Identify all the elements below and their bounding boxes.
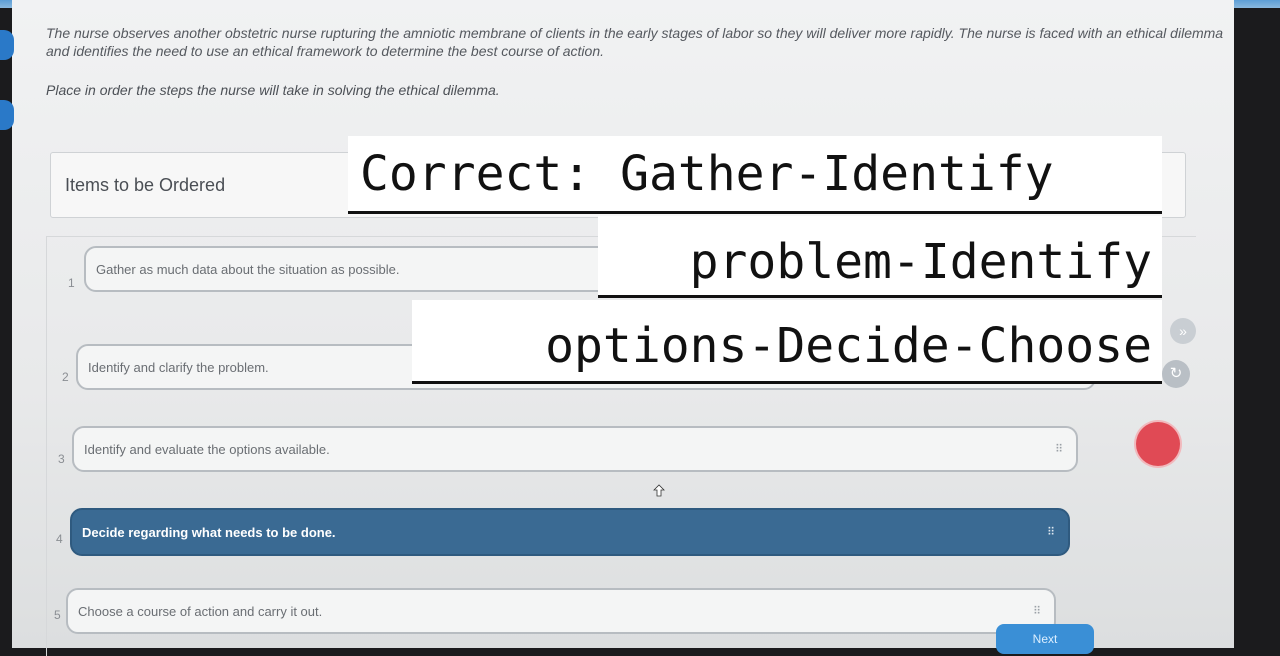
answer-overlay-line1: Correct: Gather-Identify <box>348 136 1162 214</box>
item-number: 1 <box>68 276 75 290</box>
order-item-label: Gather as much data about the situation … <box>96 261 400 277</box>
drag-handle-icon[interactable]: ⠿ <box>1047 526 1055 539</box>
order-item-label: Choose a course of action and carry it o… <box>78 603 323 619</box>
question-stem: The nurse observes another obstetric nur… <box>46 25 1224 59</box>
order-item-selected[interactable]: Decide regarding what needs to be done. … <box>70 508 1070 556</box>
order-item-label: Identify and clarify the problem. <box>88 359 269 375</box>
drag-handle-icon[interactable]: ⠿ <box>1055 443 1063 456</box>
order-item[interactable]: Identify and evaluate the options availa… <box>72 426 1078 472</box>
order-item-label: Decide regarding what needs to be done. <box>82 524 336 540</box>
order-item[interactable]: Choose a course of action and carry it o… <box>66 588 1056 634</box>
answer-overlay-line3: options-Decide-Choose <box>412 300 1162 384</box>
drag-handle-icon[interactable]: ⠿ <box>1033 605 1041 618</box>
item-number: 5 <box>54 608 61 622</box>
order-item-label: Identify and evaluate the options availa… <box>84 441 330 457</box>
pointer-cursor-icon <box>653 484 665 497</box>
collapse-icon[interactable]: » <box>1170 318 1196 344</box>
items-heading: Items to be Ordered <box>65 175 226 195</box>
refresh-icon[interactable]: ↻ <box>1162 360 1190 388</box>
item-number: 3 <box>58 452 65 466</box>
question-instruction: Place in order the steps the nurse will … <box>46 82 500 98</box>
side-tab[interactable] <box>0 30 14 60</box>
item-number: 4 <box>56 532 63 546</box>
item-number: 2 <box>62 370 69 384</box>
record-icon[interactable] <box>1136 422 1180 466</box>
side-tab[interactable] <box>0 100 14 130</box>
next-button[interactable]: Next <box>996 624 1094 654</box>
answer-overlay-line2: problem-Identify <box>598 216 1162 298</box>
